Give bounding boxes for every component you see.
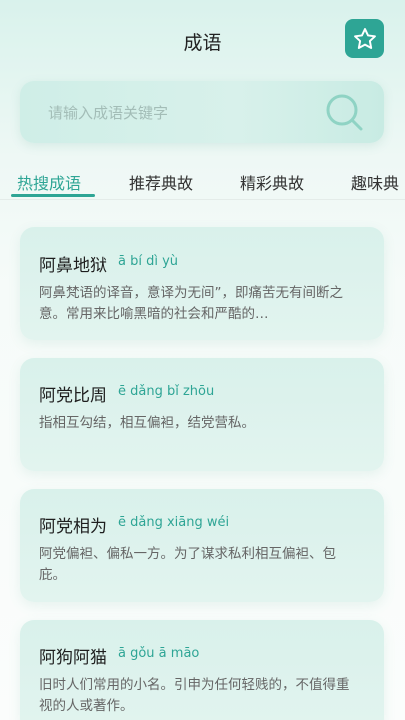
idiom-card[interactable]: 阿党比周 ē dǎng bǐ zhōu 指相互勾结，相互偏袒，结党营私。 (20, 358, 384, 471)
search-icon[interactable] (324, 92, 364, 132)
app-header: 成语 (0, 0, 405, 78)
idiom-card[interactable]: 阿党相为 ē dǎng xiāng wéi 阿党偏袒、偏私一方。为了谋求私利相互… (20, 489, 384, 602)
tab-recommended-allusions[interactable]: 推荐典故 (129, 170, 193, 194)
idiom-description: 阿鼻梵语的译音，意译为无间”，即痛苦无有间断之意。常用来比喻黑暗的社会和严酷的… (39, 285, 343, 322)
idiom-pinyin: ā gǒu ā māo (118, 646, 200, 661)
active-tab-indicator (11, 194, 95, 197)
idiom-description: 指相互勾结，相互偏袒，结党营私。 (39, 415, 255, 431)
idiom-description: 旧时人们常用的小名。引申为任何轻贱的，不值得重视的人或著作。 (39, 677, 350, 714)
tab-hot-idioms[interactable]: 热搜成语 (17, 170, 81, 194)
tab-featured-allusions[interactable]: 精彩典故 (240, 170, 304, 194)
idiom-title: 阿党相为 (39, 517, 107, 537)
tab-fun-allusions[interactable]: 趣味典 (351, 170, 399, 194)
idiom-card[interactable]: 阿鼻地狱 ā bí dì yù 阿鼻梵语的译音，意译为无间”，即痛苦无有间断之意… (20, 227, 384, 340)
idiom-title: 阿狗阿猫 (39, 648, 107, 668)
idiom-title: 阿鼻地狱 (39, 256, 107, 276)
idiom-pinyin: ā bí dì yù (118, 254, 179, 269)
idiom-pinyin: ē dǎng xiāng wéi (118, 515, 230, 530)
search-input[interactable] (48, 101, 318, 125)
idiom-description: 阿党偏袒、偏私一方。为了谋求私利相互偏袒、包庇。 (39, 546, 336, 583)
idiom-card[interactable]: 阿狗阿猫 ā gǒu ā māo 旧时人们常用的小名。引申为任何轻贱的，不值得重… (20, 620, 384, 720)
star-icon (353, 27, 376, 49)
favorite-button[interactable] (345, 19, 384, 58)
idiom-title: 阿党比周 (39, 386, 107, 406)
idiom-pinyin: ē dǎng bǐ zhōu (118, 384, 215, 399)
